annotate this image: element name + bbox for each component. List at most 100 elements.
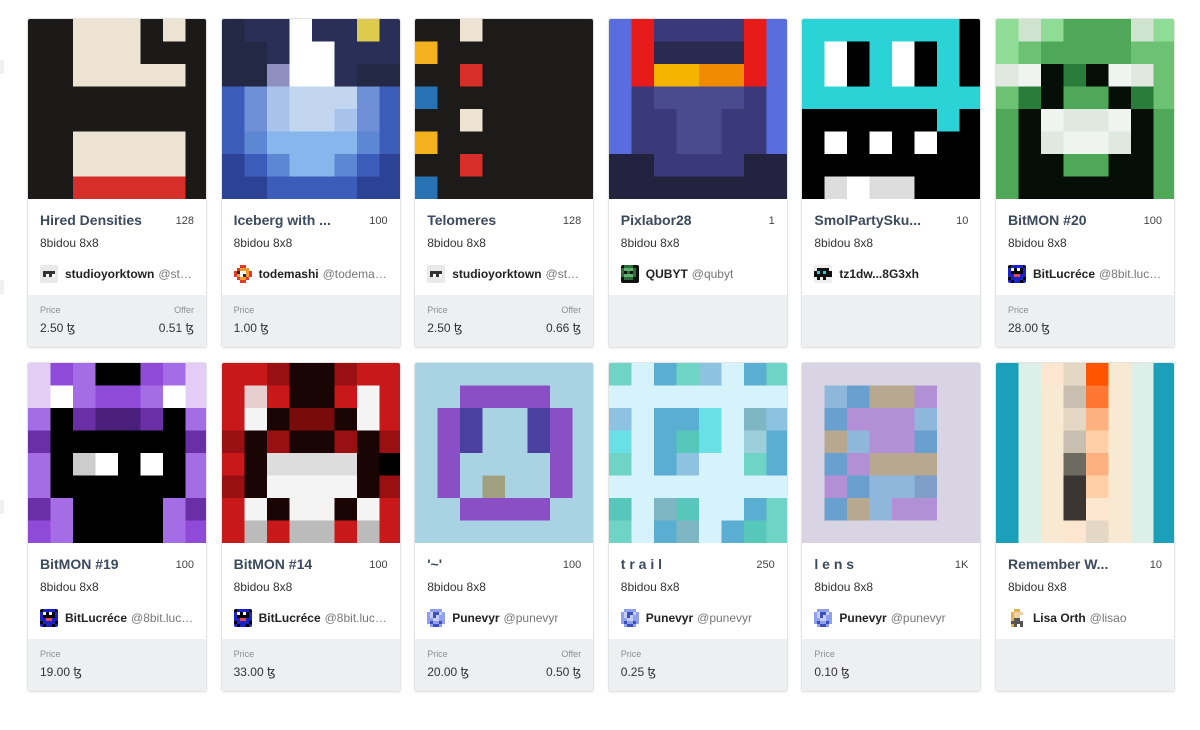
price-label: Price: [1007, 305, 1029, 315]
token-title[interactable]: '~': [427, 556, 539, 572]
creator-name: QUBYT: [645, 267, 688, 281]
figure-avatar-icon: [1007, 609, 1026, 627]
token-card[interactable]: BitMON #19 100 8bidou 8x8 BitLucréce @8b…: [27, 362, 207, 692]
collection-name[interactable]: 8bidou 8x8: [621, 580, 680, 594]
price-value: 2.50 ꜩ: [427, 321, 463, 335]
token-title[interactable]: l e n s: [814, 556, 926, 572]
creator-link[interactable]: BitLucréce @8bit.lucrece: [233, 609, 390, 627]
token-title[interactable]: Remember W...: [1008, 556, 1120, 572]
scroll-edge-marker: [0, 60, 4, 74]
collection-name[interactable]: 8bidou 8x8: [1008, 580, 1067, 594]
creator-link[interactable]: studioyorktown @studioyorktown: [427, 265, 583, 283]
price-label: Price: [40, 649, 61, 659]
token-artwork: [995, 19, 1174, 199]
token-title[interactable]: SmolPartySku...: [814, 212, 926, 228]
scroll-edge-marker: [0, 280, 4, 294]
creator-handle: @8bit.lucrece: [1099, 267, 1164, 281]
token-artwork: [608, 19, 787, 199]
edition-count: 128: [175, 215, 194, 227]
token-artwork: [995, 363, 1174, 543]
price-value: 0.25 ꜩ: [620, 665, 656, 679]
creator-link[interactable]: QUBYT @qubyt: [620, 265, 777, 283]
price-value: 1.00 ꜩ: [233, 321, 269, 335]
token-title[interactable]: Iceberg with ...: [234, 212, 346, 228]
token-title[interactable]: Hired Densities: [40, 212, 152, 228]
token-card[interactable]: Hired Densities 128 8bidou 8x8 studioyor…: [27, 18, 207, 348]
creator-link[interactable]: BitLucréce @8bit.lucrece: [1007, 265, 1164, 283]
price-footer: Price 28.00 ꜩ: [995, 295, 1174, 347]
edition-count: 100: [1143, 215, 1162, 227]
creator-handle: @punevyr: [697, 611, 753, 625]
token-card[interactable]: Telomeres 128 8bidou 8x8 studioyorktown …: [414, 18, 595, 348]
token-card[interactable]: Iceberg with ... 100 8bidou 8x8 todemash…: [220, 18, 401, 348]
edition-count: 10: [1149, 559, 1162, 571]
price-label: Price: [427, 305, 448, 315]
creator-handle: @8bit.lucrece: [324, 611, 390, 625]
token-card[interactable]: SmolPartySku... 10 8bidou 8x8 tz1dw...8G…: [801, 18, 982, 348]
edition-count: 1K: [954, 559, 969, 571]
creator-handle: @studioyorktown: [158, 267, 196, 281]
creator-link[interactable]: todemashi @todemashi: [233, 265, 390, 283]
token-title[interactable]: BitMON #14: [234, 556, 346, 572]
token-card[interactable]: t r a i l 250 8bidou 8x8 Punevyr @punevy…: [607, 362, 788, 692]
token-title[interactable]: Pixlabor28: [621, 212, 733, 228]
collection-name[interactable]: 8bidou 8x8: [234, 580, 293, 594]
smiley-avatar-icon: [427, 609, 446, 627]
edition-count: 1: [768, 215, 775, 227]
creator-handle: @punevyr: [503, 611, 559, 625]
price-label: Price: [233, 649, 255, 659]
price-label: Price: [814, 649, 835, 659]
token-card[interactable]: Pixlabor28 1 8bidou 8x8 QUBYT @qubyt: [607, 18, 788, 348]
edition-count: 100: [369, 559, 388, 571]
creator-link[interactable]: studioyorktown @studioyorktown: [40, 265, 196, 283]
collection-name[interactable]: 8bidou 8x8: [427, 236, 486, 250]
token-card[interactable]: l e n s 1K 8bidou 8x8 Punevyr @punevyr P…: [801, 362, 982, 692]
price-footer: Price 2.50 ꜩ Offer 0.51 ꜩ: [28, 295, 206, 347]
collection-name[interactable]: 8bidou 8x8: [40, 236, 99, 250]
creator-link[interactable]: BitLucréce @8bit.lucrece: [40, 609, 196, 627]
creator-link[interactable]: Punevyr @punevyr: [427, 609, 583, 627]
price-footer: [995, 639, 1174, 691]
pixel-robot-avatar-icon: [40, 265, 58, 283]
creator-name: BitLucréce: [1032, 267, 1095, 281]
price-footer: Price 20.00 ꜩ Offer 0.50 ꜩ: [415, 639, 594, 691]
creator-handle: @8bit.lucrece: [131, 611, 196, 625]
offer-value: 0.66 ꜩ: [545, 321, 582, 335]
price-label: Price: [233, 305, 255, 315]
token-title[interactable]: Telomeres: [427, 212, 539, 228]
collection-name[interactable]: 8bidou 8x8: [40, 580, 99, 594]
token-card[interactable]: BitMON #14 100 8bidou 8x8 BitLucréce @8b…: [220, 362, 401, 692]
token-card[interactable]: BitMON #20 100 8bidou 8x8 BitLucréce @8b…: [994, 18, 1175, 348]
collection-name[interactable]: 8bidou 8x8: [814, 236, 873, 250]
creator-name: Punevyr: [452, 611, 500, 625]
token-card[interactable]: '~' 100 8bidou 8x8 Punevyr @punevyr Pric…: [414, 362, 595, 692]
pixel-monster-avatar-icon: [1007, 265, 1026, 283]
price-value: 33.00 ꜩ: [233, 665, 276, 679]
creator-link[interactable]: Punevyr @punevyr: [814, 609, 970, 627]
offer-label: Offer: [561, 305, 582, 315]
token-title[interactable]: BitMON #19: [40, 556, 152, 572]
collection-name[interactable]: 8bidou 8x8: [427, 580, 486, 594]
price-value: 0.10 ꜩ: [814, 665, 850, 679]
collection-name[interactable]: 8bidou 8x8: [234, 236, 293, 250]
creator-handle: @qubyt: [691, 267, 734, 281]
creator-handle: @studioyorktown: [545, 267, 584, 281]
collection-name[interactable]: 8bidou 8x8: [621, 236, 680, 250]
creator-link[interactable]: Lisa Orth @lisao: [1007, 609, 1164, 627]
creator-name: tz1dw...8G3xh: [839, 267, 919, 281]
price-value: 20.00 ꜩ: [427, 665, 470, 679]
scroll-edge-marker: [0, 500, 4, 514]
edition-count: 100: [369, 215, 388, 227]
token-title[interactable]: t r a i l: [621, 556, 733, 572]
token-title[interactable]: BitMON #20: [1008, 212, 1120, 228]
collection-name[interactable]: 8bidou 8x8: [814, 580, 873, 594]
token-card[interactable]: Remember W... 10 8bidou 8x8 Lisa Orth @l…: [994, 362, 1175, 692]
pixel-monster-avatar-icon: [233, 609, 252, 627]
edition-count: 100: [562, 559, 582, 571]
collection-name[interactable]: 8bidou 8x8: [1008, 236, 1067, 250]
price-label: Price: [427, 649, 448, 659]
token-artwork: [28, 363, 206, 543]
creator-link[interactable]: Punevyr @punevyr: [620, 609, 777, 627]
creator-link[interactable]: tz1dw...8G3xh: [814, 265, 970, 283]
price-footer: Price 33.00 ꜩ: [221, 639, 400, 691]
